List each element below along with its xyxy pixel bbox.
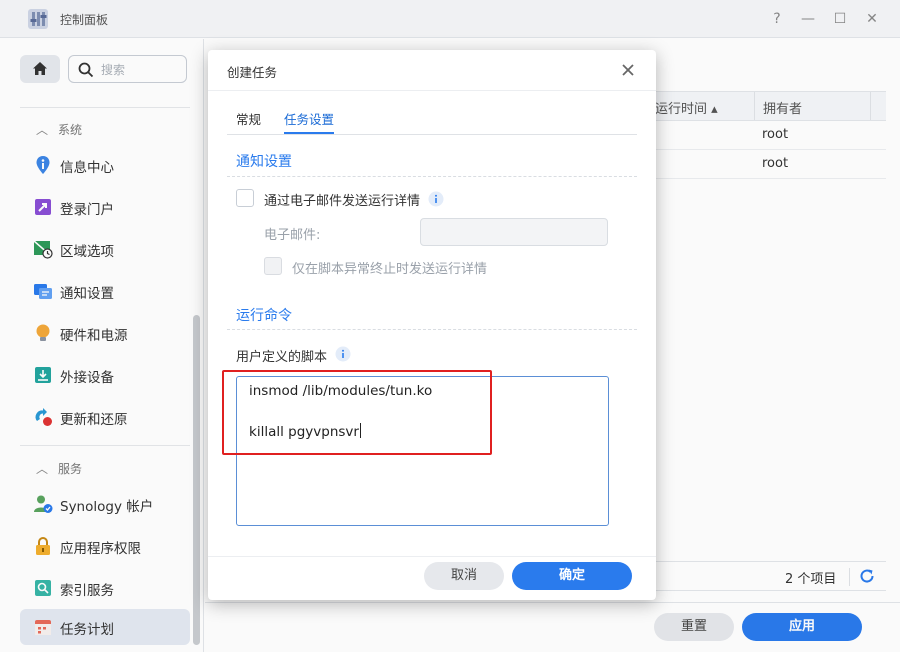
ok-button[interactable]: 确定 <box>512 562 632 590</box>
email-field-label: 电子邮件: <box>264 228 321 243</box>
email-details-label: 通过电子邮件发送运行详情 <box>264 194 421 209</box>
info-icon[interactable] <box>428 191 444 207</box>
dialog-header-divider <box>208 90 656 91</box>
email-input[interactable] <box>420 218 608 246</box>
tabs-divider <box>227 134 637 135</box>
tab-task-settings[interactable]: 任务设置 <box>284 109 334 128</box>
email-details-checkbox[interactable] <box>236 189 254 207</box>
abnormal-only-label: 仅在脚本异常终止时发送运行详情 <box>292 262 488 277</box>
cancel-button[interactable]: 取消 <box>424 562 504 590</box>
user-script-label: 用户定义的脚本 <box>236 350 328 365</box>
info-icon[interactable] <box>335 346 351 362</box>
abnormal-only-checkbox[interactable] <box>264 257 282 275</box>
notify-section-title: 通知设置 <box>236 154 292 170</box>
close-icon[interactable] <box>618 60 638 80</box>
create-task-dialog: 创建任务 常规 任务设置 通知设置 通过电子邮件发送运行详情 电子邮件: 仅在脚… <box>208 50 656 600</box>
tab-general[interactable]: 常规 <box>236 109 261 128</box>
dialog-title: 创建任务 <box>227 65 278 80</box>
section-divider <box>227 329 637 330</box>
section-divider <box>227 176 637 177</box>
highlight-frame <box>222 370 492 455</box>
run-command-section-title: 运行命令 <box>236 308 292 324</box>
dialog-footer-divider <box>208 556 656 557</box>
